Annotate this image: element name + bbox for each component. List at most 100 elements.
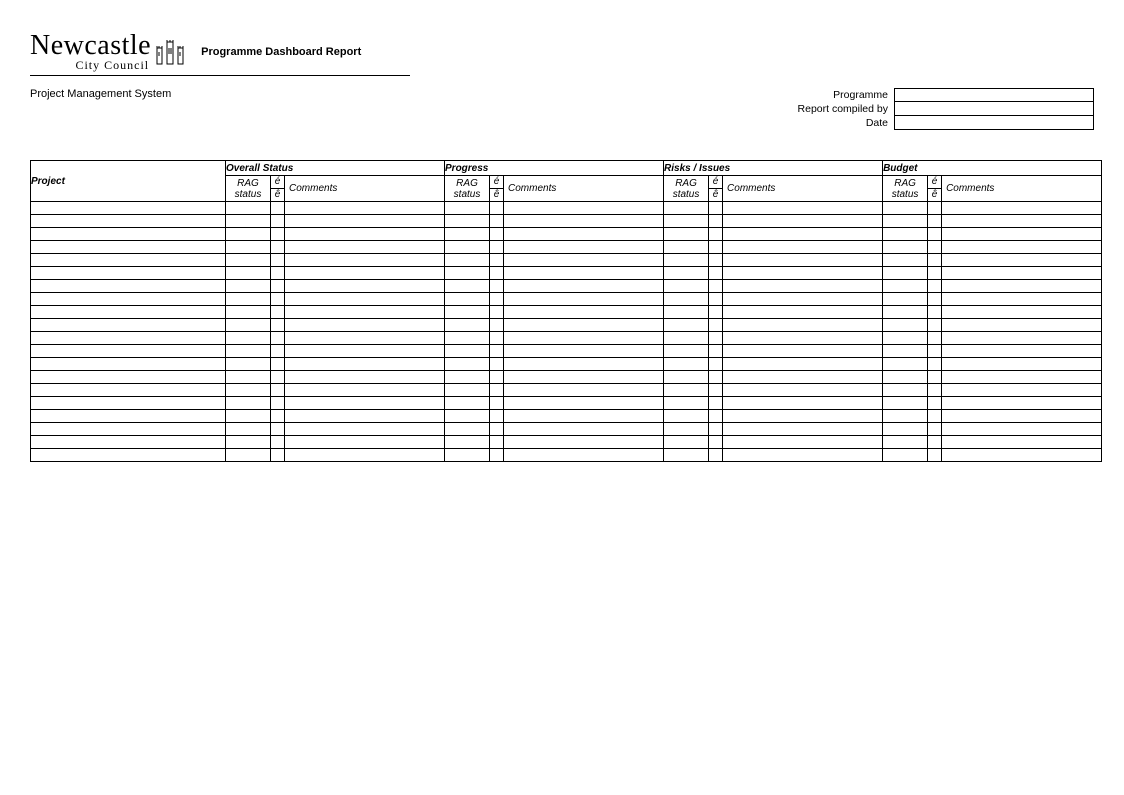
table-cell[interactable] [723,228,883,241]
table-cell[interactable] [883,202,928,215]
table-cell[interactable] [928,293,942,306]
table-cell[interactable] [285,306,445,319]
table-cell[interactable] [285,449,445,462]
table-cell[interactable] [271,306,285,319]
table-cell[interactable] [271,267,285,280]
table-cell[interactable] [928,423,942,436]
table-cell[interactable] [709,293,723,306]
table-cell[interactable] [723,410,883,423]
table-cell[interactable] [664,254,709,267]
table-cell[interactable] [928,449,942,462]
table-cell[interactable] [504,215,664,228]
table-cell[interactable] [504,319,664,332]
table-cell[interactable] [504,280,664,293]
table-cell[interactable] [490,397,504,410]
table-cell[interactable] [942,371,1102,384]
table-cell[interactable] [928,358,942,371]
table-cell[interactable] [226,410,271,423]
table-cell[interactable] [883,280,928,293]
table-cell[interactable] [490,254,504,267]
table-cell[interactable] [31,384,226,397]
table-cell[interactable] [883,384,928,397]
table-cell[interactable] [445,267,490,280]
table-cell[interactable] [709,449,723,462]
table-cell[interactable] [490,384,504,397]
table-cell[interactable] [883,241,928,254]
table-cell[interactable] [31,449,226,462]
table-cell[interactable] [504,384,664,397]
table-cell[interactable] [709,358,723,371]
table-cell[interactable] [942,384,1102,397]
table-cell[interactable] [31,358,226,371]
table-cell[interactable] [664,345,709,358]
table-cell[interactable] [285,202,445,215]
table-cell[interactable] [928,254,942,267]
table-cell[interactable] [31,423,226,436]
table-cell[interactable] [226,384,271,397]
table-cell[interactable] [664,306,709,319]
table-cell[interactable] [490,319,504,332]
table-cell[interactable] [271,345,285,358]
table-cell[interactable] [285,254,445,267]
table-cell[interactable] [928,384,942,397]
table-cell[interactable] [226,332,271,345]
table-cell[interactable] [31,280,226,293]
table-cell[interactable] [664,423,709,436]
meta-date-value[interactable] [894,116,1094,130]
table-cell[interactable] [723,423,883,436]
table-cell[interactable] [942,358,1102,371]
table-cell[interactable] [942,254,1102,267]
table-cell[interactable] [445,449,490,462]
table-cell[interactable] [723,384,883,397]
table-cell[interactable] [271,254,285,267]
table-cell[interactable] [504,241,664,254]
table-cell[interactable] [504,202,664,215]
table-cell[interactable] [942,449,1102,462]
table-cell[interactable] [445,280,490,293]
table-cell[interactable] [883,358,928,371]
table-cell[interactable] [723,345,883,358]
table-cell[interactable] [928,215,942,228]
table-cell[interactable] [504,228,664,241]
table-cell[interactable] [504,423,664,436]
table-cell[interactable] [664,267,709,280]
table-cell[interactable] [942,228,1102,241]
table-cell[interactable] [664,436,709,449]
table-cell[interactable] [285,319,445,332]
table-cell[interactable] [490,241,504,254]
table-cell[interactable] [942,332,1102,345]
table-cell[interactable] [226,254,271,267]
table-cell[interactable] [445,215,490,228]
table-cell[interactable] [490,358,504,371]
table-cell[interactable] [942,267,1102,280]
table-cell[interactable] [504,371,664,384]
table-cell[interactable] [445,254,490,267]
table-cell[interactable] [226,436,271,449]
table-cell[interactable] [709,215,723,228]
table-cell[interactable] [285,397,445,410]
table-cell[interactable] [883,228,928,241]
table-cell[interactable] [226,319,271,332]
table-cell[interactable] [928,410,942,423]
table-cell[interactable] [271,332,285,345]
table-cell[interactable] [31,306,226,319]
table-cell[interactable] [285,293,445,306]
table-cell[interactable] [883,254,928,267]
table-cell[interactable] [504,410,664,423]
table-cell[interactable] [504,306,664,319]
table-cell[interactable] [31,410,226,423]
table-cell[interactable] [504,358,664,371]
table-cell[interactable] [285,280,445,293]
table-cell[interactable] [709,384,723,397]
table-cell[interactable] [271,228,285,241]
table-cell[interactable] [31,319,226,332]
meta-programme-value[interactable] [894,88,1094,102]
table-cell[interactable] [928,228,942,241]
table-cell[interactable] [723,436,883,449]
table-cell[interactable] [664,397,709,410]
table-cell[interactable] [723,241,883,254]
table-cell[interactable] [942,241,1102,254]
table-cell[interactable] [942,280,1102,293]
table-cell[interactable] [31,332,226,345]
table-cell[interactable] [226,449,271,462]
